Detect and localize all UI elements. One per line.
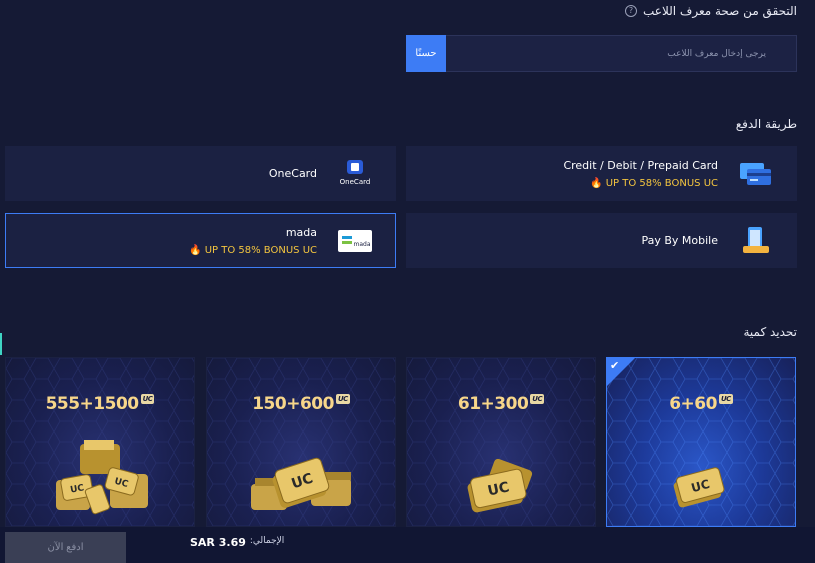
payment-option-name: Pay By Mobile [641,234,718,247]
uc-coins-icon: UC [467,458,533,513]
onecard-logo: OneCard [337,159,373,189]
total-amount: الإجمالي: SAR 3.69 [190,536,284,549]
player-id-title-text: التحقق من صحة معرف اللاعب [643,4,797,18]
uc-amount-value: 61+300 [457,394,529,414]
uc-package-2[interactable]: 61+300 UC UC [406,357,596,527]
payment-option-mobile[interactable]: Pay By Mobile [406,213,797,268]
payment-option-name: Credit / Debit / Prepaid Card [563,158,718,172]
payment-option-name: OneCard [268,167,317,180]
payment-method-title: طريقة الدفع [735,117,797,131]
uc-amount-value: 555+1500 [45,394,140,414]
uc-badge: UC [335,394,350,404]
svg-text:mada: mada [353,241,370,248]
ok-button[interactable]: حسنًا [406,35,446,72]
player-id-row: حسنًا [406,35,797,72]
uc-amount: 6+60 UC [607,394,795,414]
uc-coins-icon: UC [251,457,351,510]
uc-badge: UC [718,394,733,404]
uc-amount: 555+1500 UC [6,394,194,414]
uc-badge: UC [140,394,155,404]
uc-coins-icon: UC [673,467,725,508]
bonus-text: 🔥 UP TO 58% BONUS UC [189,244,317,256]
payment-option-onecard-text: OneCard [269,167,317,180]
uc-badge: UC [530,394,545,404]
bonus-label: UP TO 58% BONUS UC [605,177,718,189]
payment-option-mada-text: mada 🔥 UP TO 58% BONUS UC [189,226,317,256]
payment-option-card-text: Credit / Debit / Prepaid Card 🔥 UP TO 58… [563,159,718,189]
total-label: الإجمالي: [249,536,285,546]
payment-option-mobile-text: Pay By Mobile [641,234,718,247]
player-id-title: التحقق من صحة معرف اللاعب ? [625,4,797,18]
payment-option-card[interactable]: Credit / Debit / Prepaid Card 🔥 UP TO 58… [406,146,797,201]
uc-amount-value: 6+60 [669,394,717,414]
payment-option-mada[interactable]: mada 🔥 UP TO 58% BONUS UC mada [5,213,396,268]
mobile-phone-icon [738,226,774,256]
quantity-title: تحديد كمية [743,325,797,339]
uc-amount: 61+300 UC [407,394,595,414]
uc-amount: 150+600 UC [207,394,395,414]
total-value: SAR 3.69 [190,536,246,549]
help-icon[interactable]: ? [625,5,637,17]
svg-text:OneCard: OneCard [340,178,371,186]
uc-package-4[interactable]: 555+1500 UC UC UC [5,357,195,527]
bonus-text: 🔥 UP TO 58% BONUS UC [590,177,718,189]
bonus-label: UP TO 58% BONUS UC [204,244,317,256]
check-icon: ✔ [610,359,620,372]
payment-option-name: mada [285,225,317,239]
side-marker [0,333,2,355]
payment-option-onecard[interactable]: OneCard OneCard [5,146,396,201]
uc-amount-value: 150+600 [252,394,334,414]
uc-package-1[interactable]: ✔ 6+60 UC UC [606,357,796,527]
player-id-input[interactable] [446,35,797,72]
credit-card-icon [738,159,774,189]
pay-now-button[interactable]: ادفع الآن [5,532,126,563]
uc-package-3[interactable]: 150+600 UC UC [206,357,396,527]
mada-logo: mada [337,226,373,256]
uc-coins-icon: UC UC [56,440,148,515]
footer-bar: ادفع الآن الإجمالي: SAR 3.69 [0,527,815,563]
